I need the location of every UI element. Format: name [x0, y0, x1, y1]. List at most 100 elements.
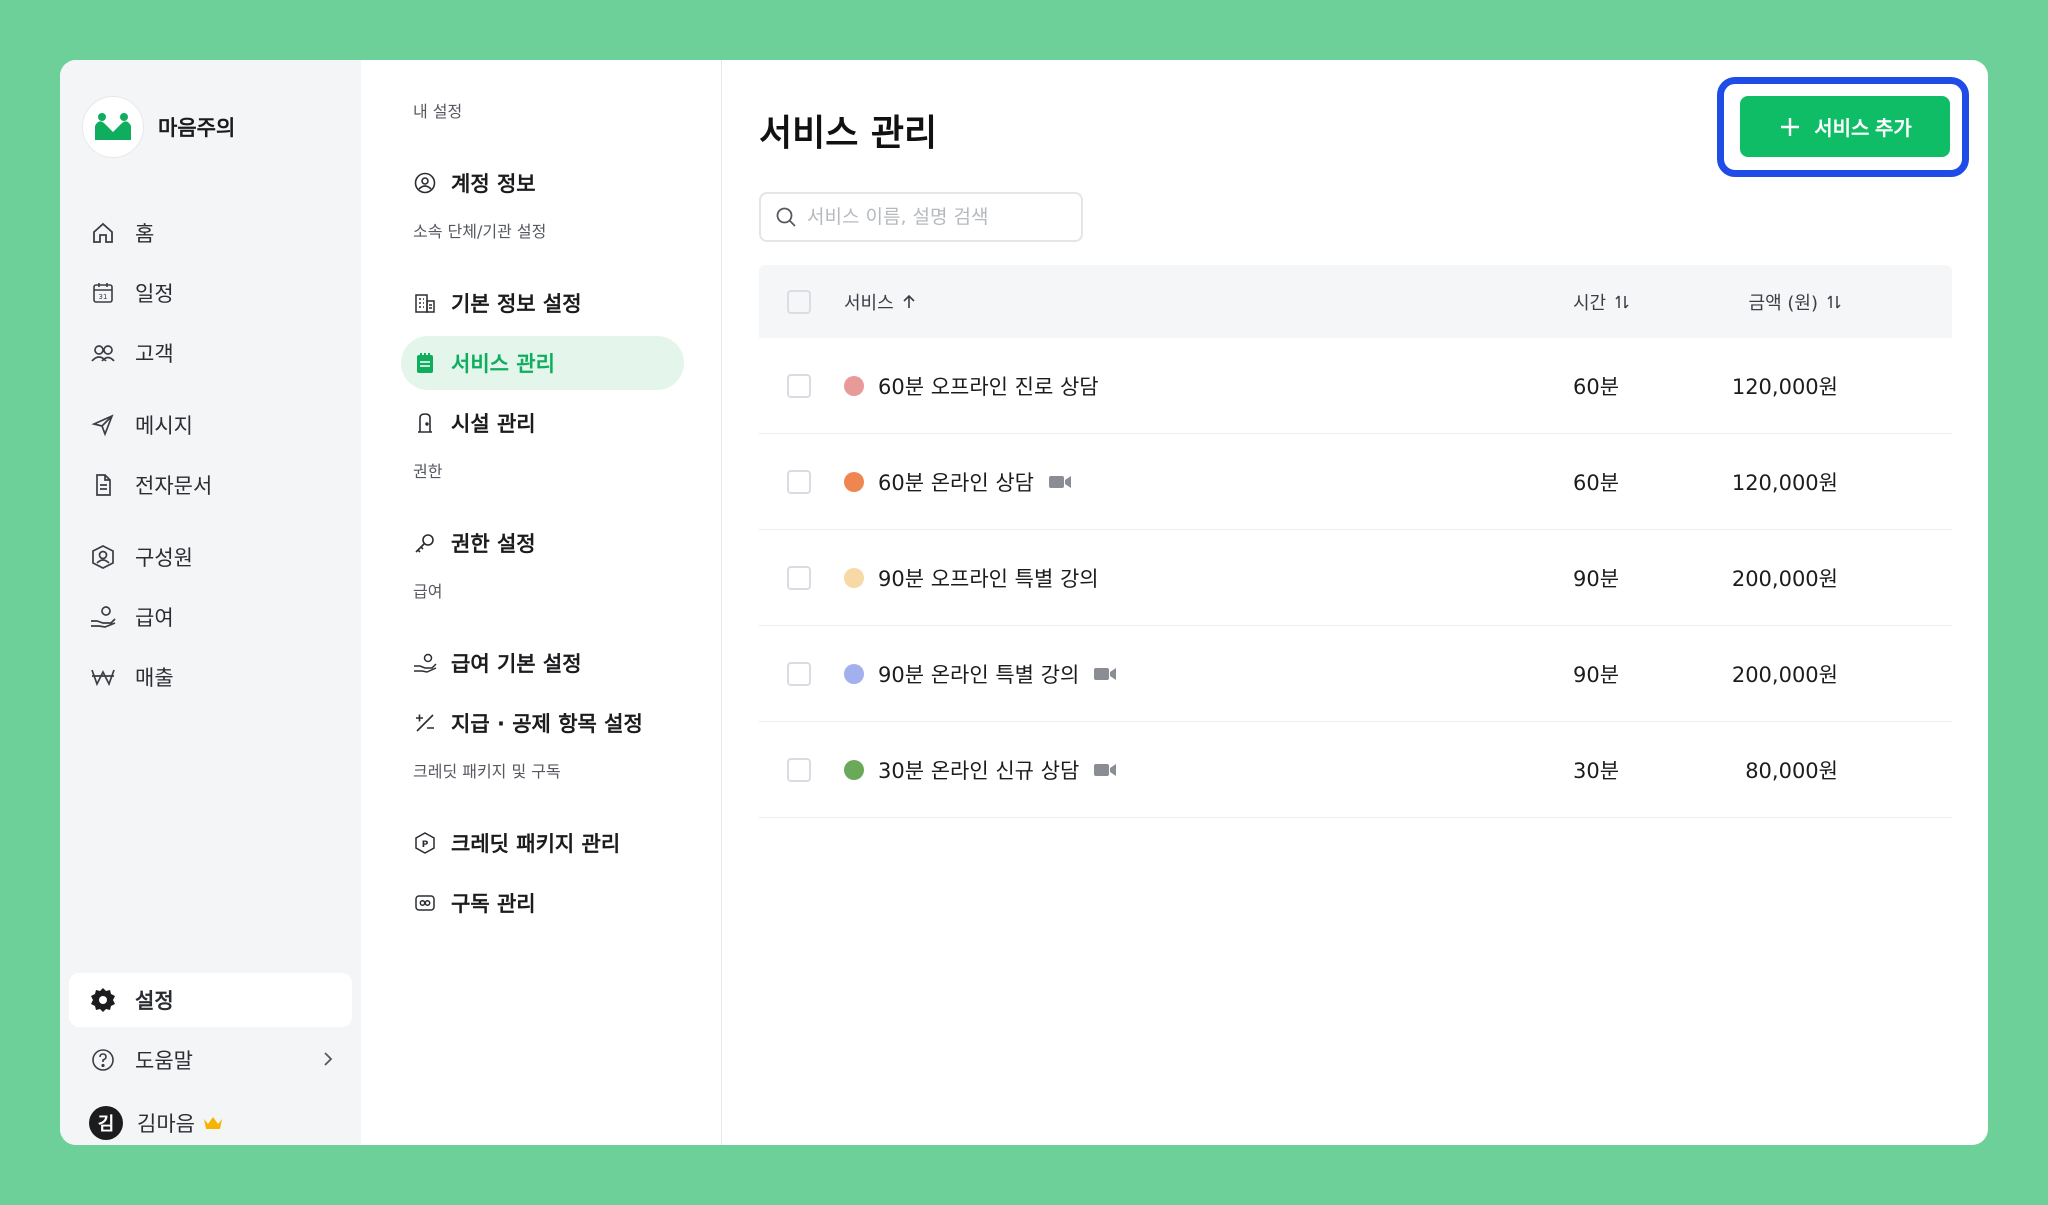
service-cell: 60분 오프라인 진로 상담	[844, 371, 1099, 401]
nav-item-members[interactable]: 구성원	[69, 530, 352, 584]
subnav-item-account-info[interactable]: 계정 정보	[401, 156, 684, 210]
search-icon	[775, 206, 797, 228]
section-heading: 소속 단체/기관 설정	[413, 222, 547, 241]
main-content: 서비스 관리 서비스 추가 서비스 이름, 설명 검색 서비스 시간 금액 (원…	[722, 60, 1988, 1145]
section-heading: 내 설정	[413, 102, 463, 121]
sort-icon	[1826, 294, 1842, 310]
service-name: 60분 오프라인 진로 상담	[878, 374, 1099, 399]
section-heading: 권한	[413, 462, 443, 481]
nav-item-label: 매출	[135, 666, 174, 690]
svg-text:P: P	[422, 840, 429, 850]
nav-item-documents[interactable]: 전자문서	[69, 458, 352, 512]
subnav-item-payment-deduction[interactable]: 지급 · 공제 항목 설정	[401, 696, 684, 750]
subnav-item-subscription[interactable]: 구독 관리	[401, 876, 684, 930]
nav-item-label: 홈	[135, 222, 155, 246]
won-icon	[89, 663, 117, 691]
video-camera-icon	[1048, 474, 1072, 490]
service-name: 90분 오프라인 특별 강의	[878, 566, 1099, 591]
plus-icon	[1778, 115, 1802, 139]
app-window: 마음주의 홈 31 일정 고객 메시지 전자문서 구성원 급여 매출 설정 도움…	[60, 60, 1988, 1145]
subnav-item-permission-settings[interactable]: 권한 설정	[401, 516, 684, 570]
brand[interactable]: 마음주의	[82, 96, 235, 158]
calendar-icon: 31	[89, 279, 117, 307]
time-cell: 90분	[1573, 566, 1620, 591]
row-checkbox[interactable]	[787, 757, 811, 782]
gear-icon	[89, 986, 117, 1014]
row-checkbox[interactable]	[787, 565, 811, 590]
arrow-up-icon	[902, 294, 916, 310]
nav-item-label: 설정	[135, 989, 174, 1013]
user-name: 김마음	[137, 1112, 195, 1136]
subnav-item-label: 계정 정보	[451, 172, 536, 196]
nav-item-customers[interactable]: 고객	[69, 326, 352, 380]
page-title: 서비스 관리	[759, 113, 938, 154]
plus-minus-icon	[413, 711, 437, 735]
nav-item-home[interactable]: 홈	[69, 206, 352, 260]
subnav-item-basic-info[interactable]: 기본 정보 설정	[401, 276, 684, 330]
row-checkbox[interactable]	[787, 469, 811, 494]
service-name: 90분 온라인 특별 강의	[878, 662, 1080, 687]
crown-icon	[203, 1115, 223, 1131]
home-icon	[89, 219, 117, 247]
column-header-label: 서비스	[844, 292, 894, 314]
table-row[interactable]: 60분 오프라인 진로 상담 60분 120,000원	[759, 338, 1952, 434]
price-cell: 80,000원	[1745, 758, 1838, 783]
select-all-checkbox[interactable]	[787, 289, 811, 314]
nav-item-messages[interactable]: 메시지	[69, 398, 352, 452]
nav-item-schedule[interactable]: 31 일정	[69, 266, 352, 320]
price-cell: 200,000원	[1731, 662, 1838, 687]
subnav-item-credit-package[interactable]: P 크레딧 패키지 관리	[401, 816, 684, 870]
avatar: 김	[89, 1106, 123, 1140]
salary-icon	[413, 651, 437, 675]
service-color-dot	[844, 567, 864, 588]
table-row[interactable]: 60분 온라인 상담 60분 120,000원	[759, 434, 1952, 530]
service-color-dot	[844, 663, 864, 684]
user-profile[interactable]: 김 김마음	[69, 1096, 352, 1145]
main-nav: 마음주의 홈 31 일정 고객 메시지 전자문서 구성원 급여 매출 설정 도움…	[60, 60, 361, 1145]
subnav-item-label: 기본 정보 설정	[451, 292, 582, 316]
time-cell: 90분	[1573, 662, 1620, 687]
help-icon	[89, 1046, 117, 1074]
column-header-price[interactable]: 금액 (원)	[1749, 289, 1842, 315]
service-cell: 60분 온라인 상담	[844, 467, 1072, 497]
add-service-button[interactable]: 서비스 추가	[1740, 96, 1950, 157]
time-cell: 60분	[1573, 374, 1620, 399]
settings-subnav: 내 설정 계정 정보 소속 단체/기관 설정 기본 정보 설정 서비스 관리 시…	[361, 60, 722, 1145]
table-row[interactable]: 90분 오프라인 특별 강의 90분 200,000원	[759, 530, 1952, 626]
subscription-icon	[413, 891, 437, 915]
video-camera-icon	[1093, 666, 1117, 682]
add-service-label: 서비스 추가	[1814, 118, 1912, 140]
subnav-item-label: 권한 설정	[451, 532, 536, 556]
users-icon	[89, 339, 117, 367]
nav-item-label: 고객	[135, 342, 174, 366]
nav-item-help[interactable]: 도움말	[69, 1033, 352, 1087]
service-table: 서비스 시간 금액 (원) 60분 오프라인 진로 상담 60분 120,000…	[759, 265, 1952, 818]
document-icon	[89, 471, 117, 499]
svg-text:31: 31	[99, 293, 108, 301]
time-cell: 30분	[1573, 758, 1620, 783]
row-checkbox[interactable]	[787, 661, 811, 686]
table-row[interactable]: 90분 온라인 특별 강의 90분 200,000원	[759, 626, 1952, 722]
subnav-item-label: 서비스 관리	[451, 352, 555, 376]
service-color-dot	[844, 471, 864, 492]
search-input[interactable]	[807, 206, 1067, 228]
sort-icon	[1614, 294, 1630, 310]
nav-item-sales[interactable]: 매출	[69, 650, 352, 704]
table-row[interactable]: 30분 온라인 신규 상담 30분 80,000원	[759, 722, 1952, 818]
service-cell: 30분 온라인 신규 상담	[844, 755, 1117, 785]
service-color-dot	[844, 759, 864, 780]
column-header-service[interactable]: 서비스	[844, 289, 916, 315]
subnav-item-service-management[interactable]: 서비스 관리	[401, 336, 684, 390]
section-heading: 급여	[413, 582, 443, 601]
service-search[interactable]	[759, 192, 1083, 242]
service-color-dot	[844, 375, 864, 396]
subnav-item-facility-management[interactable]: 시설 관리	[401, 396, 684, 450]
row-checkbox[interactable]	[787, 373, 811, 398]
nav-item-salary[interactable]: 급여	[69, 590, 352, 644]
time-cell: 60분	[1573, 470, 1620, 495]
subnav-item-salary-basic[interactable]: 급여 기본 설정	[401, 636, 684, 690]
column-header-time[interactable]: 시간	[1573, 289, 1630, 315]
price-cell: 120,000원	[1731, 374, 1838, 399]
door-icon	[413, 411, 437, 435]
nav-item-settings[interactable]: 설정	[69, 973, 352, 1027]
